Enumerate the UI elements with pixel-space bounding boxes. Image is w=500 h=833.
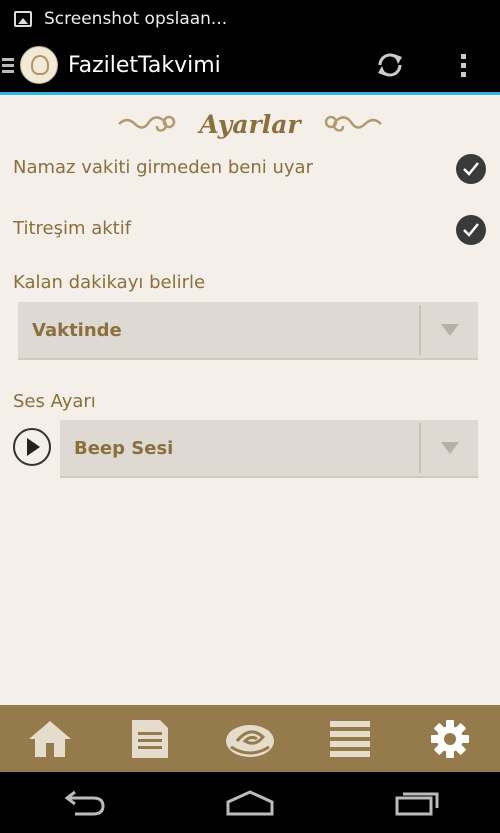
app-logo[interactable] xyxy=(20,46,58,84)
drawer-indicator-icon[interactable] xyxy=(2,55,14,76)
pref-vibration-label[interactable]: Titreşim aktif xyxy=(13,218,131,239)
pref-vibration-checkbox[interactable] xyxy=(456,215,486,245)
nav-home[interactable] xyxy=(0,705,100,772)
gear-icon xyxy=(431,719,469,758)
pref-warn-label[interactable]: Namaz vakiti girmeden beni uyar xyxy=(13,157,313,178)
checkmark-icon xyxy=(463,223,479,237)
status-bar: Screenshot opslaan... xyxy=(0,0,500,38)
recents-icon xyxy=(395,792,439,815)
ornament-right-icon xyxy=(324,115,382,132)
ornament-left-icon xyxy=(118,115,176,132)
image-notification-icon xyxy=(14,11,32,27)
chevron-down-icon xyxy=(421,324,478,336)
overflow-menu-icon[interactable] xyxy=(455,50,471,80)
sound-spinner[interactable]: Beep Sesi xyxy=(60,420,478,478)
rose-icon xyxy=(226,724,274,757)
document-icon xyxy=(132,719,168,758)
back-button[interactable] xyxy=(53,783,113,823)
page-title: Ayarlar xyxy=(199,109,301,139)
system-navigation-bar xyxy=(0,772,500,833)
nav-document[interactable] xyxy=(100,705,200,772)
status-notification-text: Screenshot opslaan... xyxy=(44,9,228,29)
minutes-selected-value: Vaktinde xyxy=(32,319,122,341)
action-bar: FaziletTakvimi xyxy=(0,38,500,95)
checkmark-icon xyxy=(463,162,479,176)
nav-menu[interactable] xyxy=(300,705,400,772)
home-button[interactable] xyxy=(220,783,280,823)
minutes-label: Kalan dakikayı belirle xyxy=(13,272,206,293)
play-icon xyxy=(27,438,40,456)
minutes-spinner[interactable]: Vaktinde xyxy=(18,302,478,360)
nav-rose[interactable] xyxy=(200,705,300,772)
recents-button[interactable] xyxy=(387,783,447,823)
play-button[interactable] xyxy=(13,428,51,466)
nav-settings[interactable] xyxy=(400,705,500,772)
pref-warn-checkbox[interactable] xyxy=(456,154,486,184)
sound-selected-value: Beep Sesi xyxy=(74,437,174,459)
refresh-icon[interactable] xyxy=(374,49,406,81)
app-title: FaziletTakvimi xyxy=(68,52,221,78)
bottom-navigation xyxy=(0,705,500,772)
home-icon xyxy=(29,720,71,757)
chevron-down-icon xyxy=(421,442,478,454)
page-heading: Ayarlar xyxy=(0,104,500,144)
home-outline-icon xyxy=(226,789,274,815)
back-arrow-icon xyxy=(64,790,105,815)
sound-label: Ses Ayarı xyxy=(13,391,96,412)
menu-lines-icon xyxy=(330,720,370,757)
